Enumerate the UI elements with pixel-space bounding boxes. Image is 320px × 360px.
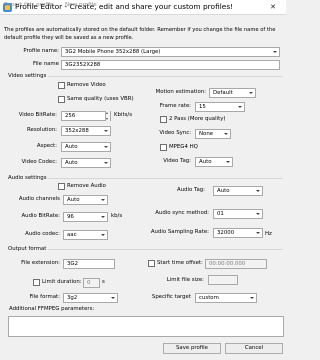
limit-file-size-input[interactable]: [208, 275, 238, 285]
mpeg4hq-label: MPEG4 HQ: [169, 144, 198, 150]
limit-file-size-label: Limit file size:: [166, 277, 204, 283]
resolution-select[interactable]: 352x288: [61, 126, 111, 136]
audio-settings-heading: Audio settings: [8, 175, 47, 181]
cancel-button[interactable]: Cancel: [225, 343, 283, 354]
aspect-select[interactable]: Auto: [61, 142, 111, 152]
audio-codec-label: Audio codec:: [25, 231, 60, 237]
save-profile-button[interactable]: Save profile: [163, 343, 221, 354]
specific-target-select[interactable]: custom: [195, 293, 257, 303]
file-name-label: File name: [32, 61, 59, 67]
video-bitrate-input[interactable]: 256: [61, 111, 111, 121]
limit-duration-unit: s: [102, 279, 105, 285]
video-sync-label: Video Sync:: [159, 130, 191, 136]
audio-sampling-rate-label: Audio Sampling Rate:: [150, 229, 209, 235]
mpeg4hq-checkbox[interactable]: [160, 144, 167, 151]
output-format-divider: [48, 249, 283, 250]
video-settings-heading: Video settings: [8, 73, 47, 79]
video-sync-select[interactable]: None: [195, 129, 231, 139]
video-bitrate-label: Video BitRate:: [18, 112, 57, 118]
audio-codec-select[interactable]: aac: [63, 230, 108, 240]
audio-bitrate-label: Audio BitRate:: [21, 213, 60, 219]
resolution-label: Resolution:: [27, 127, 57, 133]
close-button[interactable]: ✕: [262, 1, 284, 13]
two-pass-label: 2 Pass (More quality): [169, 116, 226, 122]
same-quality-label: Same quality (uses VBR): [67, 96, 134, 102]
video-codec-label: Video Codec:: [21, 159, 57, 165]
limit-duration-input[interactable]: 0: [83, 278, 100, 288]
remove-audio-label: Remove Audio: [67, 183, 106, 189]
remove-video-checkbox[interactable]: [58, 82, 65, 89]
audio-channels-select[interactable]: Auto: [63, 195, 108, 205]
info-text: The profiles are automatically stored on…: [4, 27, 276, 41]
audio-bitrate-select[interactable]: 96: [63, 212, 108, 222]
two-pass-checkbox[interactable]: [160, 116, 167, 123]
profile-name-label: Profile name:: [23, 48, 59, 54]
start-time-checkbox[interactable]: [148, 260, 155, 267]
motion-estimation-select[interactable]: Default: [209, 88, 256, 98]
menu-new-profile[interactable]: New profile: [65, 1, 97, 9]
audio-sampling-rate-unit: Hz: [265, 231, 272, 237]
remove-video-label: Remove Video: [67, 82, 106, 88]
frame-rate-label: Frame rate:: [159, 103, 191, 109]
output-format-heading: Output format: [8, 246, 47, 252]
video-bitrate-spinner[interactable]: [105, 111, 110, 121]
menu-export-profile[interactable]: Export this profile: [4, 1, 54, 9]
aspect-label: Aspect:: [36, 143, 57, 149]
audio-settings-divider: [48, 178, 283, 179]
limit-duration-label: Limit duration:: [42, 279, 82, 285]
profile-name-select[interactable]: 3G2 Mobile Phone 352x288 (Large): [61, 47, 280, 57]
video-tag-select[interactable]: Auto: [195, 157, 233, 167]
video-tag-label: Video Tag:: [163, 158, 191, 164]
audio-bitrate-unit: kb/s: [111, 213, 123, 219]
start-time-input[interactable]: 00:00:00.000: [205, 259, 267, 269]
menu-bar: [0, 15, 286, 25]
file-extension-input[interactable]: 3G2: [63, 259, 115, 269]
file-format-label: File format:: [29, 294, 60, 300]
audio-tag-select[interactable]: Auto: [213, 186, 263, 196]
audio-sampling-rate-select[interactable]: 32000: [213, 228, 263, 238]
start-time-label: Start time offset:: [157, 260, 203, 266]
ffmpeg-params-label: Additional FFMPEG parameters:: [9, 306, 95, 312]
audio-channels-label: Audio channels: [18, 196, 60, 202]
limit-duration-checkbox[interactable]: [33, 279, 40, 286]
video-settings-divider: [48, 76, 283, 77]
ffmpeg-params-textarea[interactable]: [8, 316, 284, 337]
audio-tag-label: Audio Tag:: [177, 187, 205, 193]
file-extension-label: File extension:: [21, 260, 60, 266]
file-name-input[interactable]: 3G2352X288: [61, 60, 280, 70]
video-codec-select[interactable]: Auto: [61, 158, 111, 168]
frame-rate-select[interactable]: 15: [195, 102, 245, 112]
audio-sync-method-select[interactable]: 01: [213, 209, 263, 219]
motion-estimation-label: Motion estimation:: [155, 89, 206, 95]
file-format-select[interactable]: 3g2: [63, 293, 118, 303]
same-quality-checkbox[interactable]: [58, 96, 65, 103]
audio-sync-method-label: Audio sync method:: [155, 210, 209, 216]
video-bitrate-unit: Kbits/s: [114, 112, 133, 118]
specific-target-label: Specific target: [151, 294, 191, 300]
remove-audio-checkbox[interactable]: [58, 183, 65, 190]
